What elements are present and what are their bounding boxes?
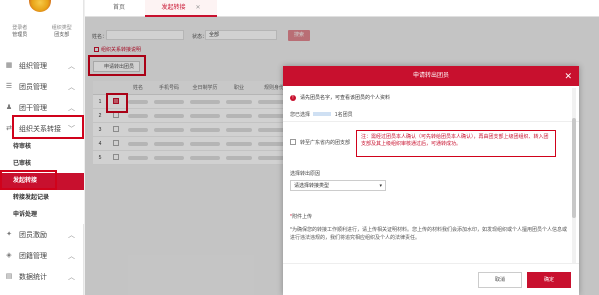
submenu-records[interactable]: 转接发起记录 (0, 190, 84, 207)
org-icon: ▦ (5, 61, 13, 69)
attachment-label-text: 附件上传 (291, 214, 312, 220)
highlight-initiate-submenu (0, 170, 57, 190)
close-icon[interactable]: ✕ (564, 66, 572, 86)
org-type-value: 团支部 (54, 32, 70, 38)
user-role: 登录者 管理员 (12, 25, 27, 39)
attachment-label: *附件上传 (290, 213, 312, 220)
tab-home[interactable]: 首页 (104, 0, 134, 17)
cadre-icon: ♟ (5, 103, 13, 111)
logo-icon (29, 0, 51, 12)
reward-icon: ✦ (6, 230, 12, 238)
transfer-notice: 注：需经过团员本人确认（可先转给团员本人确认），再由团支部上级团组织、转入团支部… (356, 130, 556, 157)
menu-status[interactable]: ◈ 团籍管理 ︿ (0, 245, 84, 266)
modal-header: 申请转出团员 ✕ (283, 66, 579, 86)
close-icon[interactable]: ✕ (195, 5, 200, 11)
menu-member[interactable]: ☰ 团员管理 ︿ (0, 76, 84, 97)
modal-warning: ! 请先团员名字，可查看该团员的个人资料 (290, 94, 390, 101)
reason-select-value: 请选择转接类型 (294, 183, 330, 189)
modal-warning-text: 请先团员名字，可查看该团员的个人资料 (300, 95, 391, 101)
transfer-modal: 申请转出团员 ✕ ! 请先团员名字，可查看该团员的个人资料 您已选择 1名团员 转… (283, 66, 579, 295)
menu-org-label: 组织管理 (19, 62, 47, 70)
divider (283, 121, 579, 122)
in-province-checkbox[interactable] (290, 139, 296, 145)
redacted-name (313, 112, 332, 116)
selected-suffix: 1名团员 (334, 112, 353, 118)
in-province-label: 转至广东省内的团支部 (300, 140, 351, 146)
selected-count: 您已选择 1名团员 (290, 111, 353, 118)
modal-scrollbar[interactable] (572, 88, 576, 263)
menu-stats-label: 数据统计 (19, 273, 47, 281)
chevron-up-icon: ︿ (68, 252, 75, 260)
confirm-button[interactable]: 确定 (527, 272, 571, 288)
menu-stats[interactable]: ▤ 数据统计 ︿ (0, 266, 84, 287)
user-role-value: 管理员 (12, 32, 28, 38)
org-type-label: 组织类型 (51, 25, 72, 31)
chevron-up-icon: ︿ (68, 83, 75, 91)
chevron-up-icon: ︿ (68, 104, 75, 112)
selected-prefix: 您已选择 (290, 112, 311, 118)
reason-select[interactable]: 请选择转接类型 ▾ (290, 180, 386, 191)
cancel-button[interactable]: 取消 (478, 272, 522, 288)
menu-cadre-label: 团干管理 (19, 104, 47, 112)
member-icon: ☰ (5, 82, 13, 90)
chevron-up-icon: ︿ (68, 231, 75, 239)
chevron-down-icon: ▾ (379, 183, 382, 189)
attachment-description: *为确保您的转接工作顺利进行，请上传相关证明材料。您上传的材料我们会添加水印，如… (290, 227, 567, 241)
user-role-label: 登录者 (12, 25, 28, 31)
sidebar: 登录者 管理员 组织类型 团支部 ▦ 组织管理 ︿ ☰ 团员管理 ︿ ♟ 团干管… (0, 0, 84, 295)
user-info: 登录者 管理员 组织类型 团支部 (0, 25, 84, 39)
modal-title: 申请转出团员 (412, 73, 449, 79)
chevron-up-icon: ︿ (68, 273, 75, 281)
tab-initiate-transfer-label: 发起转接 (161, 5, 186, 11)
submenu-appeal[interactable]: 申诉处理 (0, 207, 84, 224)
menu-reward-label: 团员激励 (19, 231, 47, 239)
chevron-up-icon: ︿ (68, 62, 75, 70)
warning-icon: ! (290, 95, 296, 101)
top-tab-bar: 首页 发起转接 ✕ (85, 0, 599, 17)
menu-status-label: 团籍管理 (19, 252, 47, 260)
menu-org[interactable]: ▦ 组织管理 ︿ (0, 55, 84, 76)
menu-member-label: 团员管理 (19, 83, 47, 91)
menu-reward[interactable]: ✦ 团员激励 ︿ (0, 224, 84, 245)
scrollbar-thumb[interactable] (572, 118, 576, 218)
status-icon: ◈ (6, 251, 12, 259)
reason-label: 选择转出原因 (290, 171, 321, 177)
org-type: 组织类型 团支部 (52, 25, 72, 39)
modal-footer: 取消 确定 (283, 263, 579, 295)
submenu-pending[interactable]: 待审核 (0, 139, 84, 156)
tab-initiate-transfer[interactable]: 发起转接 ✕ (145, 0, 217, 17)
highlight-transfer-menu (12, 115, 84, 139)
stats-icon: ▤ (5, 272, 13, 280)
